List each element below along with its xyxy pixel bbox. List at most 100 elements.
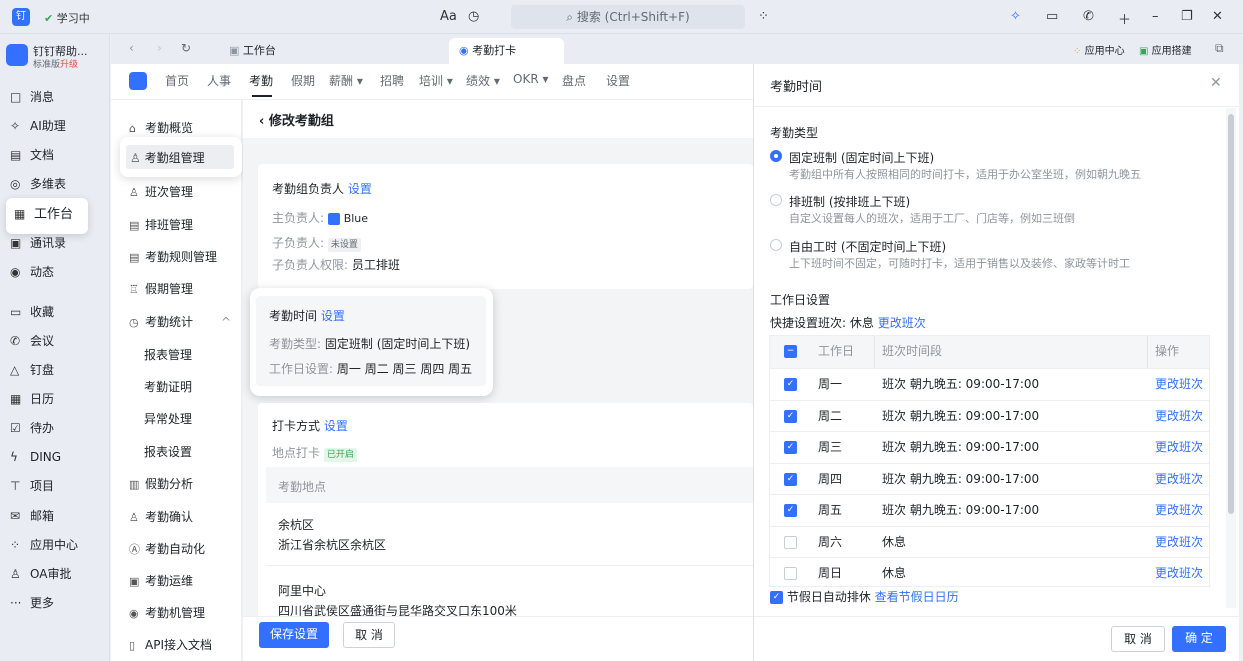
add-icon[interactable]: ＋ <box>1118 9 1131 28</box>
app-nav-item[interactable]: 培训 ▾ <box>419 72 453 89</box>
subnav-item[interactable]: ◷ 考勤统计 ^ <box>129 313 231 330</box>
subnav-active-label[interactable]: 考勤组管理 <box>145 151 205 165</box>
sidebar-item[interactable]: △ 钉盘 <box>10 359 105 381</box>
tab-workbench[interactable]: ▣ 工作台 <box>219 38 286 64</box>
sidebar-item[interactable]: ✧ AI助理 <box>10 115 105 137</box>
app-build-link[interactable]: ▣ 应用搭建 <box>1139 42 1192 57</box>
open-external-icon[interactable]: ⧉ <box>1215 41 1224 56</box>
change-shift-link[interactable]: 更改班次 <box>1155 527 1203 558</box>
restore-icon[interactable]: ❐ <box>1181 9 1193 24</box>
phone-icon[interactable]: ✆ <box>1083 9 1094 24</box>
punch-set-link[interactable]: 设置 <box>324 419 348 433</box>
history-icon[interactable]: ◷ <box>468 9 479 24</box>
screen-icon[interactable]: ▭ <box>1046 9 1058 24</box>
study-status[interactable]: ✔ 学习中 <box>44 10 90 26</box>
app-nav-item[interactable]: 首页 <box>165 72 189 89</box>
change-shift-link[interactable]: 更改班次 <box>1155 401 1203 432</box>
type-radio[interactable] <box>770 150 782 162</box>
subnav-item[interactable]: 异常处理 <box>144 410 192 427</box>
subnav-item[interactable]: ▣ 考勤运维 <box>129 572 193 589</box>
ai-assistant-icon[interactable]: ✧ <box>1010 9 1021 24</box>
subnav-item[interactable]: ♖ 假期管理 <box>129 280 193 297</box>
app-nav-item[interactable]: 人事 <box>207 72 231 89</box>
time-set-link[interactable]: 设置 <box>321 309 345 323</box>
cancel-button[interactable]: 取 消 <box>343 622 395 648</box>
holiday-calendar-link[interactable]: 查看节假日日历 <box>875 590 959 604</box>
change-shift-link[interactable]: 更改班次 <box>1155 464 1203 495</box>
app-nav-item[interactable]: 假期 <box>291 72 315 89</box>
holiday-checkbox[interactable]: ✓ <box>770 591 783 604</box>
sidebar-item[interactable]: ✆ 会议 <box>10 330 105 352</box>
select-all-checkbox[interactable]: − <box>784 345 797 358</box>
sidebar-item[interactable]: ϟ DING <box>10 446 105 468</box>
sidebar-item[interactable]: ⁘ 应用中心 <box>10 534 105 556</box>
subnav-item[interactable]: 报表设置 <box>144 443 192 460</box>
sidebar-item[interactable]: ▦ 日历 <box>10 388 105 410</box>
subnav-item[interactable]: ▤ 排班管理 <box>129 216 193 233</box>
row-checkbox[interactable]: ✓ <box>784 409 797 423</box>
sidebar-item[interactable]: ✉ 邮箱 <box>10 505 105 527</box>
refresh-icon[interactable]: ↻ <box>181 41 191 55</box>
sidebar-item[interactable]: ▣ 通讯录 <box>10 232 105 254</box>
subnav-item[interactable]: 报表管理 <box>144 346 192 363</box>
type-radio[interactable] <box>770 239 782 251</box>
row-checkbox[interactable]: ✓ <box>784 504 797 517</box>
scrollbar-track[interactable] <box>1226 108 1236 608</box>
row-checkbox[interactable] <box>784 567 797 580</box>
owner-set-link[interactable]: 设置 <box>348 182 372 196</box>
close-window-icon[interactable]: ✕ <box>1212 9 1223 24</box>
sidebar-item[interactable]: ··· 更多 <box>10 592 105 614</box>
subnav-item[interactable]: ▥ 假勤分析 <box>129 475 193 492</box>
subnav-item[interactable]: ▤ 考勤规则管理 <box>129 248 217 265</box>
font-size-icon[interactable]: Aa <box>440 9 457 24</box>
subnav-item[interactable]: ♙ 班次管理 <box>129 183 193 200</box>
app-nav-item[interactable]: 薪酬 ▾ <box>329 72 363 89</box>
drawer-cancel-button[interactable]: 取 消 <box>1111 626 1165 652</box>
save-button[interactable]: 保存设置 <box>259 622 329 648</box>
subnav-item[interactable]: 考勤证明 <box>144 378 192 395</box>
sidebar-item[interactable]: ◎ 多维表 <box>10 173 105 195</box>
sidebar-item[interactable]: ▦ 工作台 <box>14 203 109 225</box>
type-option-title[interactable]: 固定班制 (固定时间上下班) <box>789 149 934 166</box>
back-icon[interactable]: ‹ <box>129 41 134 55</box>
row-checkbox[interactable]: ✓ <box>784 441 797 454</box>
type-option-title[interactable]: 自由工时 (不固定时间上下班) <box>789 238 946 255</box>
app-nav-item[interactable]: 盘点 <box>562 72 586 89</box>
minimize-icon[interactable]: – <box>1152 9 1159 24</box>
drawer-confirm-button[interactable]: 确 定 <box>1172 626 1226 652</box>
change-shift-link[interactable]: 更改班次 <box>1155 495 1203 526</box>
change-shift-link[interactable]: 更改班次 <box>1155 558 1203 589</box>
subnav-item[interactable]: Ⓐ 考勤自动化 <box>129 540 205 557</box>
subnav-item[interactable]: ◉ 考勤机管理 <box>129 604 205 621</box>
row-checkbox[interactable] <box>784 535 797 549</box>
sidebar-item[interactable]: ◉ 动态 <box>10 261 105 283</box>
sidebar-item[interactable]: ☑ 待办 <box>10 417 105 439</box>
row-checkbox[interactable]: ✓ <box>784 378 797 391</box>
scan-icon[interactable]: ⁘ <box>758 9 769 24</box>
subnav-item[interactable]: ▯ API接入文档 <box>129 636 212 653</box>
sidebar-item[interactable]: ▭ 收藏 <box>10 301 105 323</box>
app-nav-item[interactable]: 设置 <box>606 72 630 89</box>
close-icon[interactable]: ✕ <box>1210 75 1222 91</box>
sidebar-item[interactable]: ♙ OA审批 <box>10 563 105 585</box>
forward-icon[interactable]: › <box>157 41 162 55</box>
upgrade-link[interactable]: 升级 <box>60 60 78 70</box>
page-title[interactable]: ‹ 修改考勤组 <box>259 110 334 129</box>
subnav-item[interactable]: ⌂ 考勤概览 <box>129 119 193 136</box>
app-nav-item[interactable]: 考勤 <box>249 72 273 89</box>
scrollbar-thumb[interactable] <box>1228 114 1234 514</box>
search-input[interactable]: ⌕ 搜索 (Ctrl+Shift+F) <box>511 5 745 29</box>
change-shift-link[interactable]: 更改班次 <box>1155 432 1203 463</box>
subnav-item[interactable]: ♙ 考勤确认 <box>129 508 193 525</box>
quick-change-link[interactable]: 更改班次 <box>878 316 926 330</box>
type-radio[interactable] <box>770 194 782 206</box>
app-nav-item[interactable]: OKR ▾ <box>513 72 549 86</box>
sidebar-item[interactable]: ⊤ 项目 <box>10 475 105 497</box>
type-option-title[interactable]: 排班制 (按排班上下班) <box>789 193 910 210</box>
tab-attendance[interactable]: ◉ 考勤打卡 <box>449 38 564 64</box>
chevron-up-icon[interactable]: ^ <box>221 315 231 329</box>
app-nav-item[interactable]: 招聘 <box>380 72 404 89</box>
sidebar-item[interactable]: ▤ 文档 <box>10 144 105 166</box>
org-switcher[interactable]: 钉钉帮助... 标准版升级 <box>6 42 106 70</box>
row-checkbox[interactable]: ✓ <box>784 472 797 486</box>
